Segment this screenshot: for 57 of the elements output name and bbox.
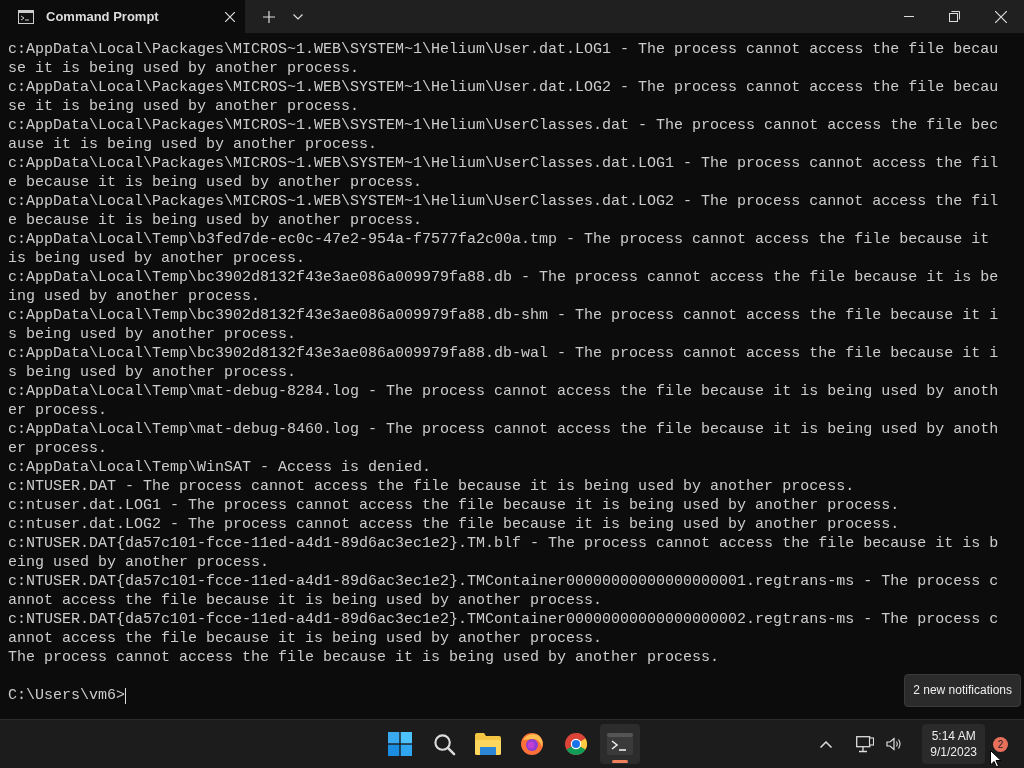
command-prompt: C:\Users\vm6> [8,686,126,705]
output-line: c:AppData\Local\Packages\MICROS~1.WEB\SYSTEM~1\Helium\UserClasses.dat.LOG2 - The process cannot access the fil [8,192,1000,211]
browser-icon [520,732,544,756]
output-line: is being used by another process. [8,249,307,268]
output-line: er process. [8,439,109,458]
output-line: c:ntuser.dat.LOG2 - The process cannot access the file because it is being used by another process. [8,515,901,534]
output-line: er process. [8,401,109,420]
output-line: c:AppData\Local\Temp\b3fed7de-ec0c-47e2-954a-f7577fa2c00a.tmp - The process cannot access the file because it [8,230,991,249]
mouse-pointer-icon [990,750,1002,768]
output-line: c:AppData\Local\Temp\WinSAT - Access is denied. [8,458,433,477]
output-line: s being used by another process. [8,325,298,344]
output-line: e because it is being used by another process. [8,173,424,192]
folder-icon [475,733,501,755]
close-icon[interactable] [995,10,1007,23]
network-icon[interactable] [856,735,875,753]
search-icon [432,732,456,756]
tab-title: Command Prompt [46,9,160,24]
windows-logo-icon [388,732,412,756]
notification-tooltip: 2 new notifications [904,674,1021,707]
output-line: c:ntuser.dat.LOG1 - The process cannot access the file because it is being used by another process. [8,496,901,515]
dropdown-icon[interactable] [293,13,303,20]
chevron-up-icon[interactable] [820,740,833,748]
output-line: s being used by another process. [8,363,298,382]
output-line: c:AppData\Local\Packages\MICROS~1.WEB\SYSTEM~1\Helium\UserClasses.dat - The process cannot access the file bec [8,116,1000,135]
notification-badge[interactable]: 2 [993,736,1008,752]
output-line: ause it is being used by another process. [8,135,379,154]
output-line: c:AppData\Local\Temp\mat-debug-8284.log - The process cannot access the file because it is being used by anoth [8,382,1000,401]
new-tab-icon[interactable] [263,10,275,23]
output-line: c:AppData\Local\Packages\MICROS~1.WEB\SYSTEM~1\Helium\User.dat.LOG2 - The process cannot access the file becau [8,78,1000,97]
output-line: c:AppData\Local\Packages\MICROS~1.WEB\SYSTEM~1\Helium\UserClasses.dat.LOG1 - The process cannot access the fil [8,154,1000,173]
taskbar-button[interactable] [600,724,640,764]
output-line: ing used by another process. [8,287,262,306]
restore-icon[interactable] [949,11,960,22]
clock-button[interactable]: 5:14 AM 9/1/2023 [922,724,985,764]
browser-icon [564,732,588,756]
output-line: c:AppData\Local\Temp\bc3902d8132f43e3ae086a009979fa88.db - The process cannot access the file because it is be [8,268,1000,287]
terminal-icon [607,733,633,755]
console-icon [18,9,34,24]
output-line: c:NTUSER.DAT{da57c101-fcce-11ed-a4d1-89d6ac3ec1e2}.TMContainer00000000000000000002.regtrans-ms - The process c [8,610,1000,629]
output-line: eing used by another process. [8,553,271,572]
output-line: c:AppData\Local\Packages\MICROS~1.WEB\SYSTEM~1\Helium\User.dat.LOG1 - The process cannot access the file becau [8,40,1000,59]
output-line: c:AppData\Local\Temp\bc3902d8132f43e3ae086a009979fa88.db-wal - The process cannot access the file because it i [8,344,1000,363]
output-line: c:AppData\Local\Temp\bc3902d8132f43e3ae086a009979fa88.db-shm - The process cannot access the file because it i [8,306,1000,325]
volume-icon[interactable] [886,737,903,751]
output-line: c:NTUSER.DAT{da57c101-fcce-11ed-a4d1-89d6ac3ec1e2}.TMContainer00000000000000000001.regtrans-ms - The process c [8,572,1000,591]
output-line: c:NTUSER.DAT{da57c101-fcce-11ed-a4d1-89d6ac3ec1e2}.TM.blf - The process cannot access the file because it is b [8,534,1000,553]
text-cursor [125,687,127,704]
output-line: c:AppData\Local\Temp\mat-debug-8460.log - The process cannot access the file because it is being used by anoth [8,420,1000,439]
output-line: se it is being used by another process. [8,59,361,78]
output-line: c:NTUSER.DAT - The process cannot access the file because it is being used by another process. [8,477,856,496]
output-line: annot access the file because it is being used by another process. [8,591,604,610]
output-line: se it is being used by another process. [8,97,361,116]
close-icon[interactable] [225,11,235,22]
tab[interactable]: Command Prompt [0,0,245,33]
output-line: e because it is being used by another process. [8,211,424,230]
output-line: The process cannot access the file because it is being used by another process. [8,648,721,667]
output-line: annot access the file because it is being used by another process. [8,629,604,648]
